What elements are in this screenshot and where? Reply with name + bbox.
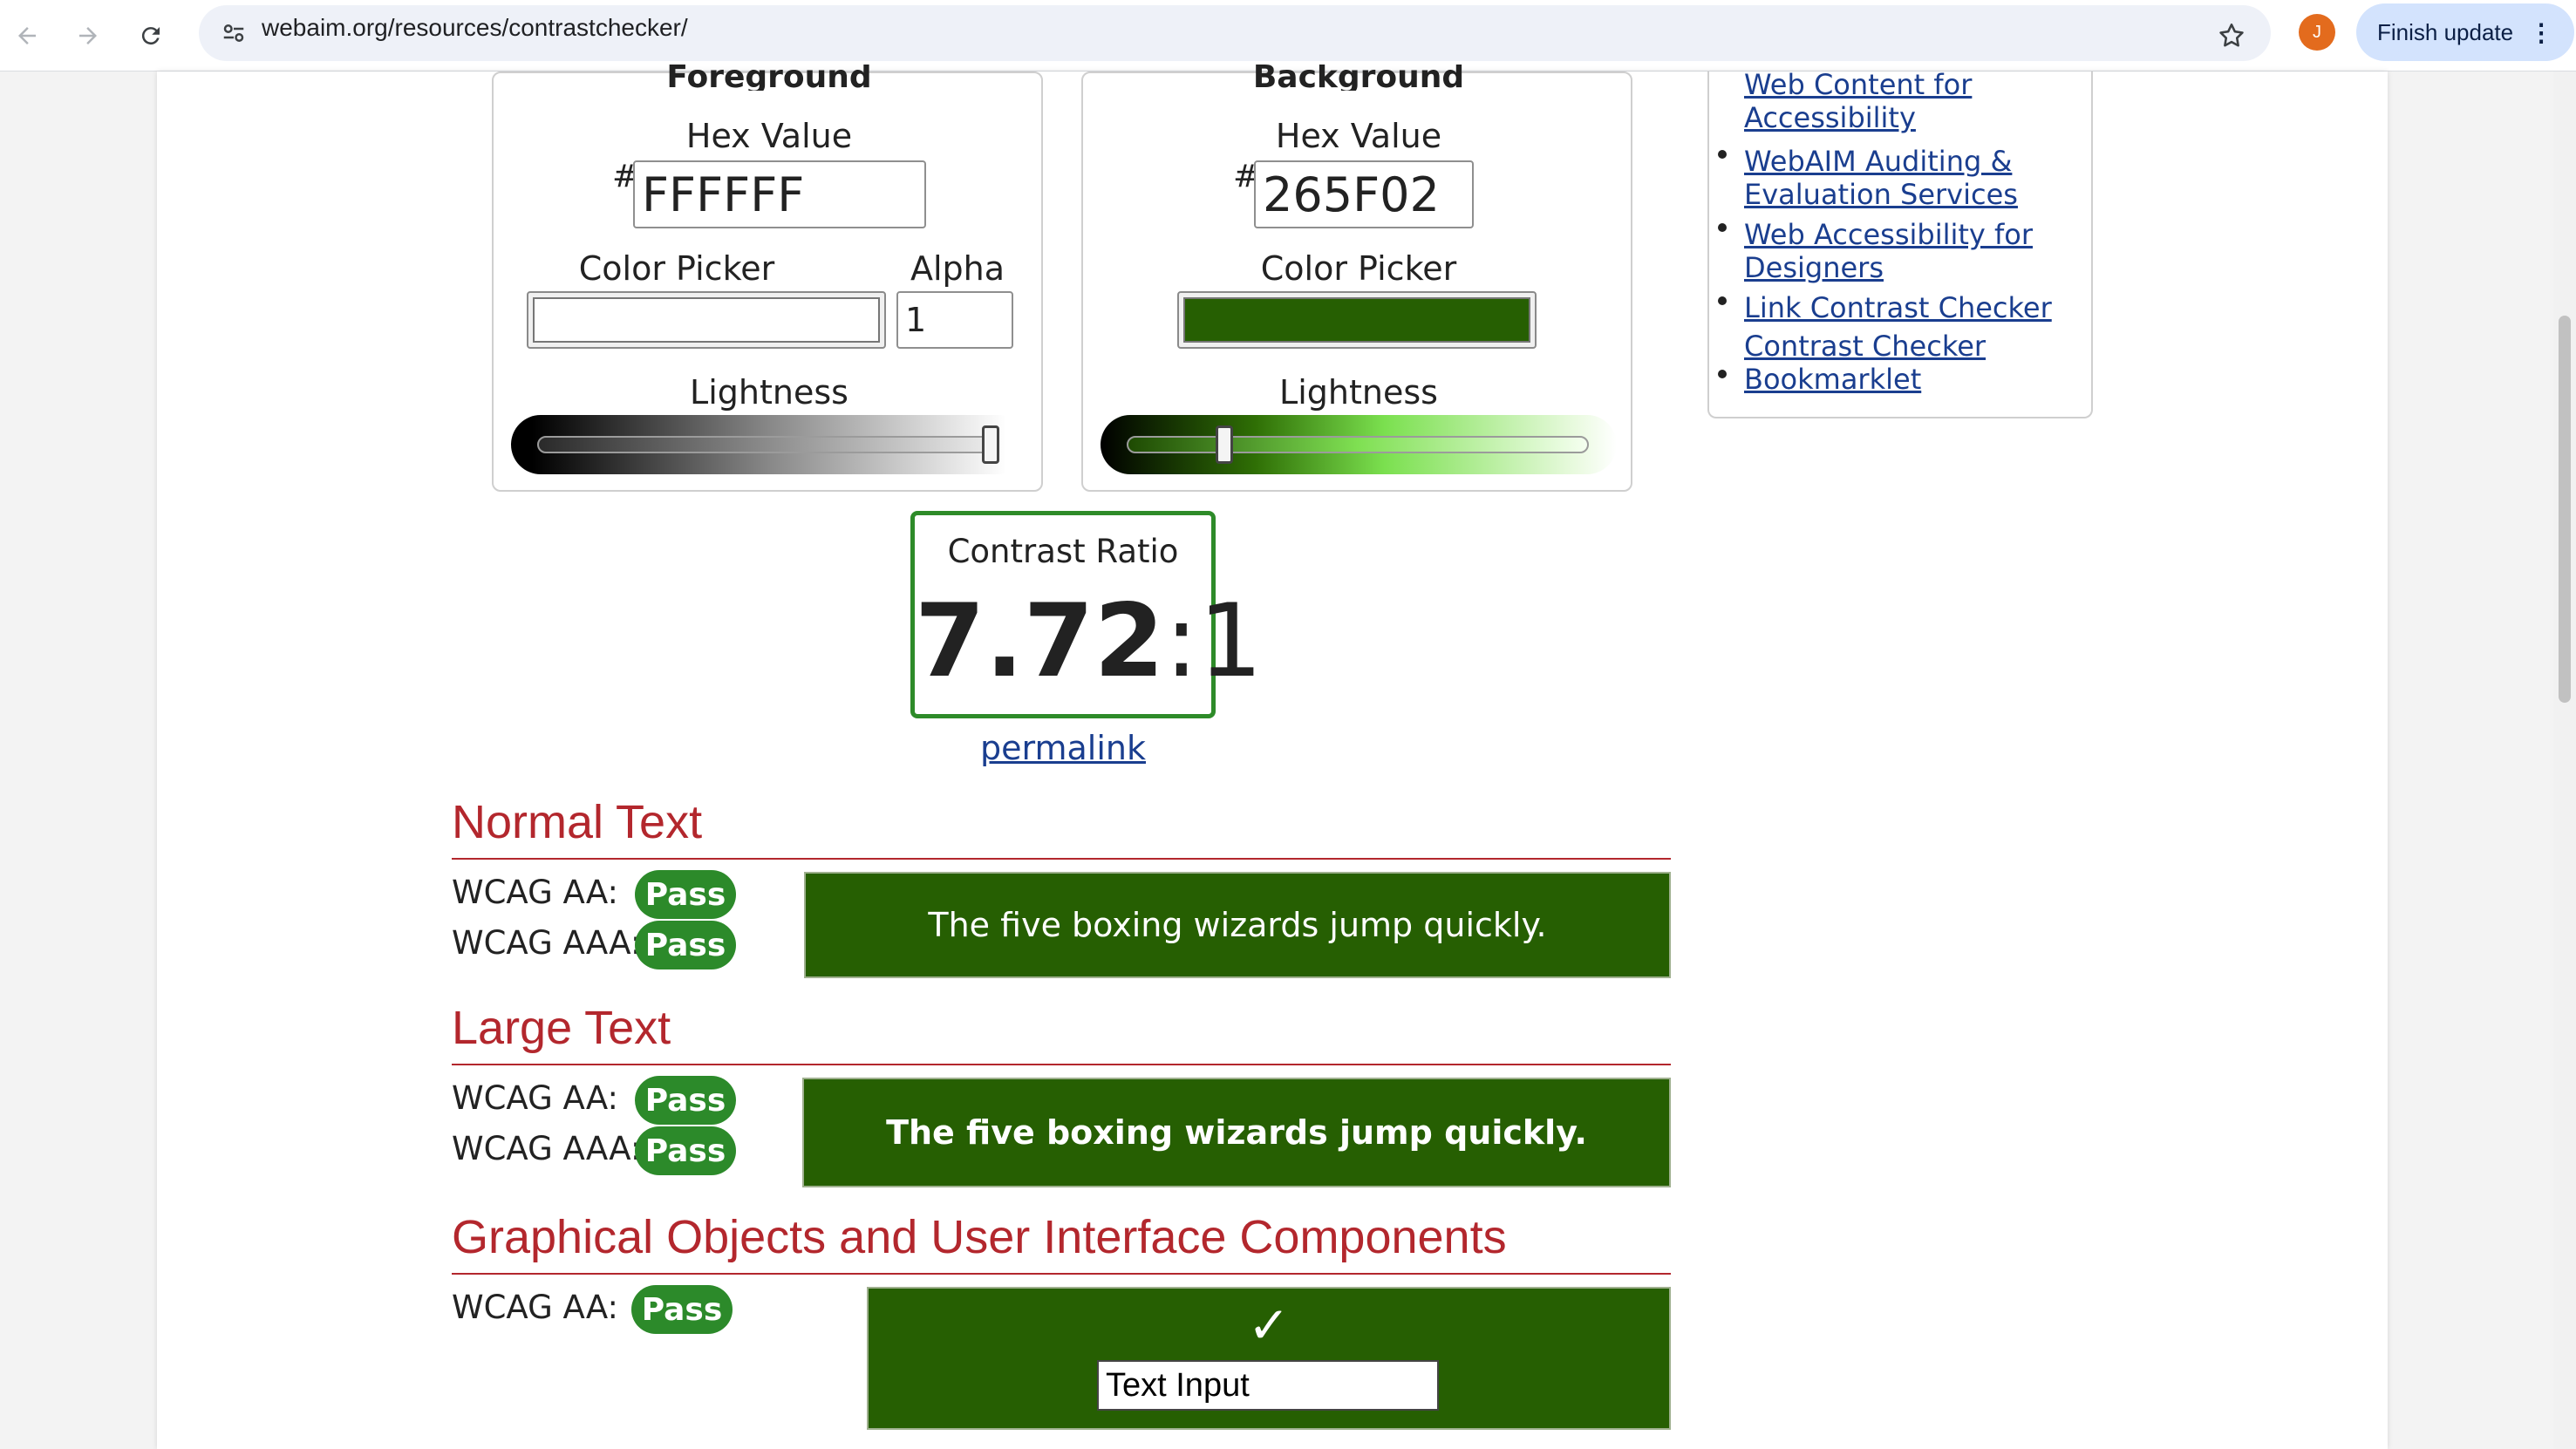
background-hex-label: Hex Value — [1275, 117, 1442, 155]
foreground-alpha-input[interactable]: 1 — [896, 291, 1013, 349]
large-text-sample: The five boxing wizards jump quickly. — [802, 1078, 1671, 1187]
page-content: Foreground Hex Value # FFFFFF Color Pick… — [157, 65, 2388, 1449]
foreground-alpha-label: Alpha — [910, 249, 1005, 288]
background-lightness-track — [1127, 436, 1589, 453]
site-settings-icon[interactable] — [213, 12, 255, 54]
foreground-color-picker-label: Color Picker — [578, 249, 775, 288]
background-color-swatch — [1183, 297, 1530, 343]
more-vert-icon: ⋮ — [2529, 18, 2554, 46]
finish-update-button[interactable]: Finish update ⋮ — [2356, 3, 2574, 61]
sidebar-link-link-contrast[interactable]: Link Contrast Checker — [1744, 291, 2075, 324]
foreground-heading: Foreground — [666, 65, 872, 91]
foreground-lightness-label: Lightness — [690, 373, 848, 412]
background-lightness-slider[interactable] — [1101, 415, 1617, 474]
foreground-lightness-track — [537, 436, 999, 453]
permalink-link[interactable]: permalink — [910, 729, 1216, 767]
background-heading: Background — [1252, 65, 1465, 91]
normal-aa-label: WCAG AA: — [452, 874, 618, 911]
normal-text-heading: Normal Text — [452, 796, 703, 848]
background-lightness-thumb[interactable] — [1216, 425, 1233, 464]
background-color-picker[interactable] — [1177, 291, 1537, 349]
large-aaa-pass-badge: Pass — [635, 1126, 736, 1175]
bullet — [1718, 223, 1727, 232]
sidebar-link-web-content[interactable]: Web Content for Accessibility — [1744, 68, 2058, 134]
background-color-picker-label: Color Picker — [1260, 249, 1457, 288]
bullet — [1718, 150, 1727, 159]
sample-text-input[interactable]: Text Input — [1097, 1360, 1439, 1411]
large-text-heading: Large Text — [452, 1002, 671, 1054]
bullet — [1718, 296, 1727, 305]
large-aaa-label: WCAG AAA: — [452, 1130, 642, 1167]
url-text[interactable]: webaim.org/resources/contrastchecker/ — [262, 14, 688, 42]
graphical-objects-heading: Graphical Objects and User Interface Com… — [452, 1211, 1507, 1263]
large-aa-pass-badge: Pass — [635, 1076, 736, 1125]
forward-arrow-icon[interactable] — [65, 12, 112, 59]
back-arrow-icon[interactable] — [3, 12, 51, 59]
scrollbar-thumb[interactable] — [2559, 316, 2571, 703]
graphical-aa-label: WCAG AA: — [452, 1289, 618, 1326]
foreground-hex-input[interactable]: FFFFFF — [633, 160, 926, 228]
bookmark-star-icon[interactable] — [2208, 12, 2255, 59]
normal-text-sample: The five boxing wizards jump quickly. — [804, 872, 1671, 978]
sidebar-link-designers[interactable]: Web Accessibility for Designers — [1744, 218, 2058, 284]
normal-aaa-pass-badge: Pass — [635, 921, 736, 969]
sidebar-link-bookmarklet[interactable]: Contrast Checker Bookmarklet — [1744, 330, 2058, 396]
divider — [452, 858, 1671, 860]
finish-update-label: Finish update — [2377, 18, 2514, 45]
large-aa-label: WCAG AA: — [452, 1079, 618, 1117]
background-hex-input[interactable]: 265F02 — [1254, 160, 1474, 228]
background-panel: Background Hex Value # 265F02 Color Pick… — [1081, 65, 1632, 492]
foreground-lightness-slider[interactable] — [511, 415, 1027, 474]
divider — [452, 1064, 1671, 1065]
sidebar-link-auditing[interactable]: WebAIM Auditing & Evaluation Services — [1744, 145, 2058, 211]
foreground-panel: Foreground Hex Value # FFFFFF Color Pick… — [492, 65, 1043, 492]
scrollbar-track[interactable] — [2553, 71, 2576, 1449]
graphical-sample: ✓ Text Input — [867, 1287, 1671, 1430]
contrast-ratio-label: Contrast Ratio — [947, 533, 1179, 570]
reload-icon[interactable] — [127, 12, 174, 59]
bullet — [1718, 370, 1727, 378]
foreground-hex-label: Hex Value — [685, 117, 853, 155]
contrast-ratio-value: 7.72:1 — [915, 576, 1263, 707]
contrast-ratio-number: 7.72 — [915, 582, 1165, 700]
background-lightness-label: Lightness — [1279, 373, 1438, 412]
sidebar-links: Web Content for Accessibility WebAIM Aud… — [1707, 68, 2093, 418]
checkmark-icon: ✓ — [1247, 1296, 1291, 1355]
foreground-color-swatch — [533, 297, 880, 343]
normal-aaa-label: WCAG AAA: — [452, 924, 642, 962]
browser-toolbar: webaim.org/resources/contrastchecker/ J … — [0, 0, 2576, 71]
contrast-ratio-suffix: :1 — [1164, 582, 1264, 700]
normal-aa-pass-badge: Pass — [635, 870, 736, 919]
foreground-color-picker[interactable] — [527, 291, 886, 349]
foreground-lightness-thumb[interactable] — [982, 425, 999, 464]
graphical-aa-pass-badge: Pass — [631, 1285, 733, 1334]
contrast-ratio-box: Contrast Ratio 7.72:1 — [910, 511, 1263, 718]
profile-avatar[interactable]: J — [2299, 14, 2335, 51]
divider — [452, 1273, 1671, 1275]
